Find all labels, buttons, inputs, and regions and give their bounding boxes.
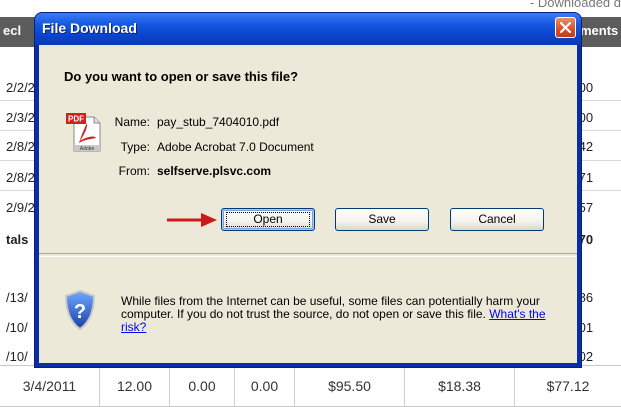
svg-text:?: ? [74, 301, 86, 323]
save-button[interactable]: Save [335, 208, 429, 231]
dialog-body: Do you want to open or save this file? A… [39, 45, 577, 363]
warning-message: While files from the Internet can be use… [121, 295, 561, 334]
table-row: 3/4/2011 12.00 0.00 0.00 $95.50 $18.38 $… [0, 365, 621, 407]
type-label: Type: [120, 140, 150, 154]
from-value: selfserve.plsvc.com [157, 164, 272, 178]
save-button-label: Save [368, 212, 396, 226]
shield-warning-icon: ? [64, 289, 96, 331]
name-value: pay_stub_7404010.pdf [157, 115, 280, 129]
from-label: From: [118, 164, 150, 178]
dialog-title: File Download [42, 20, 137, 36]
file-type-row: Type: Adobe Acrobat 7.0 Document [39, 140, 577, 156]
header-left: ecl [3, 23, 22, 38]
dialog-question: Do you want to open or save this file? [64, 69, 299, 84]
file-download-dialog: File Download Do you want to open or sav… [34, 12, 582, 368]
name-label: Name: [114, 115, 150, 129]
focus-rect [226, 212, 310, 227]
cancel-button[interactable]: Cancel [450, 208, 544, 231]
cell-value: $77.12 [546, 378, 590, 394]
cell-value: $18.38 [405, 366, 515, 406]
cell-value: 0.00 [170, 366, 235, 406]
cell-value: 0.00 [235, 366, 295, 406]
dialog-titlebar[interactable]: File Download [35, 13, 581, 45]
file-from-row: From: selfserve.plsvc.com [39, 164, 577, 180]
open-button[interactable]: Open [221, 208, 315, 231]
header-right: ments [580, 23, 619, 38]
red-arrow-annotation [167, 213, 217, 227]
cell-value: $95.50 [295, 366, 405, 406]
close-icon [559, 21, 572, 34]
cell-value: 12.00 [100, 366, 170, 406]
cancel-button-label: Cancel [478, 212, 516, 226]
divider [39, 253, 577, 257]
warning-text: While files from the Internet can be use… [121, 294, 540, 321]
close-button[interactable] [555, 17, 576, 38]
file-name-row: Name: pay_stub_7404010.pdf [39, 115, 577, 131]
download-note: - Downloaded d [529, 0, 621, 10]
cell-date: 3/4/2011 [0, 366, 100, 406]
type-value: Adobe Acrobat 7.0 Document [157, 140, 314, 154]
